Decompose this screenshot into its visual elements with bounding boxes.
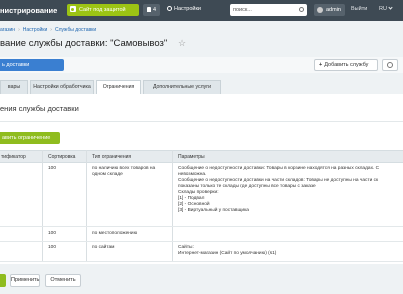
table-row[interactable]: 100 по местоположению [0,227,403,242]
cell-type: по местоположению [92,231,138,236]
form-footer: Применить Отменить [0,270,403,294]
admin-top-bar: нистрирование Сайт под защитой 4 Настрой… [0,0,403,21]
delivery-services-list-button[interactable]: ь доставки [0,59,64,71]
search-input[interactable]: поиск... [230,4,307,16]
tabs: вары Настройки обработчика Ограничения Д… [0,80,403,95]
gear-icon [387,62,393,68]
cell-type: по наличию всех товаров на одном складе [92,166,156,177]
add-service-button[interactable]: + Добавить службу [314,59,378,71]
breadcrumb-item-shop[interactable]: агазин [0,27,15,33]
admin-brand-title: нистрирование [0,6,58,15]
site-protection-button[interactable]: Сайт под защитой [67,4,139,16]
toolbar: ь доставки + Добавить службу [0,57,403,73]
tab-handler-settings[interactable]: Настройки обработчика [30,80,94,94]
chevron-down-icon [388,5,393,10]
tab-restrictions[interactable]: Ограничения [96,80,141,95]
gear-icon [167,6,172,11]
site-protection-label: Сайт под защитой [79,7,126,13]
add-restriction-button[interactable]: авить ограничение [0,132,60,144]
section-title: ения службы доставки [0,104,79,113]
page-title: вание службы доставки: "Самовывоз" [0,38,168,49]
search-placeholder: поиск... [233,7,252,13]
column-header-id[interactable]: тификатор [1,154,26,160]
settings-label: Настройки [174,6,201,12]
breadcrumb-separator: › [50,27,52,33]
user-name: admin [326,7,341,13]
cell-type: по сайтам [92,245,115,250]
language-label: RU [379,6,387,12]
param-line: [3] - Виртуальный у поставщика [178,208,249,213]
column-header-params[interactable]: Параметры [178,154,205,160]
param-line: Сообщение о недоступности доставки: Това… [178,166,380,171]
avatar [317,7,323,13]
table-row[interactable]: 100 по наличию всех товаров на одном скл… [0,163,403,227]
breadcrumb: агазин › Настройки › Службы доставки [0,27,96,33]
breadcrumb-separator: › [18,27,20,33]
lock-icon [70,6,76,12]
cell-sort: 100 [48,245,57,250]
plus-icon: + [319,62,323,68]
search-icon[interactable] [299,7,304,12]
table-header: тификатор Сортировка Тип ограничения Пар… [0,150,403,163]
tab-extra-services[interactable]: Дополнительные услуги [143,80,221,94]
settings-link[interactable]: Настройки [167,6,201,12]
param-line: Интернет-магазин (Сайт по умолчанию) (s1… [178,251,277,256]
table-row[interactable]: 100 по сайтам Сайты: Интернет-магазин (С… [0,242,403,262]
language-selector[interactable]: RU [379,5,393,12]
add-service-label: Добавить службу [324,62,369,68]
breadcrumb-item-delivery-services[interactable]: Службы доставки [55,27,96,33]
cell-params: Сообщение о недоступности доставки: Това… [178,166,379,214]
restrictions-panel: ения службы доставки авить ограничение т… [0,94,403,264]
column-header-type[interactable]: Тип ограничения [92,154,131,160]
notifications-button[interactable]: 4 [143,4,160,16]
notifications-count: 4 [152,7,157,13]
star-icon[interactable]: ☆ [178,38,186,49]
save-button[interactable] [0,274,6,287]
toolbar-settings-button[interactable] [382,59,398,71]
cell-params: Сайты: Интернет-магазин (Сайт по умолчан… [178,245,276,257]
cancel-button[interactable]: Отменить [45,274,81,287]
column-header-sort[interactable]: Сортировка [48,154,75,160]
apply-button[interactable]: Применить [10,274,40,287]
tab-goods[interactable]: вары [0,80,28,94]
cell-sort: 100 [48,166,57,171]
cell-sort: 100 [48,231,57,236]
bell-icon [146,7,151,12]
divider [0,121,403,122]
logout-link[interactable]: Выйти [351,6,367,12]
user-menu[interactable]: admin [314,4,345,16]
breadcrumb-item-settings[interactable]: Настройки [23,27,48,33]
